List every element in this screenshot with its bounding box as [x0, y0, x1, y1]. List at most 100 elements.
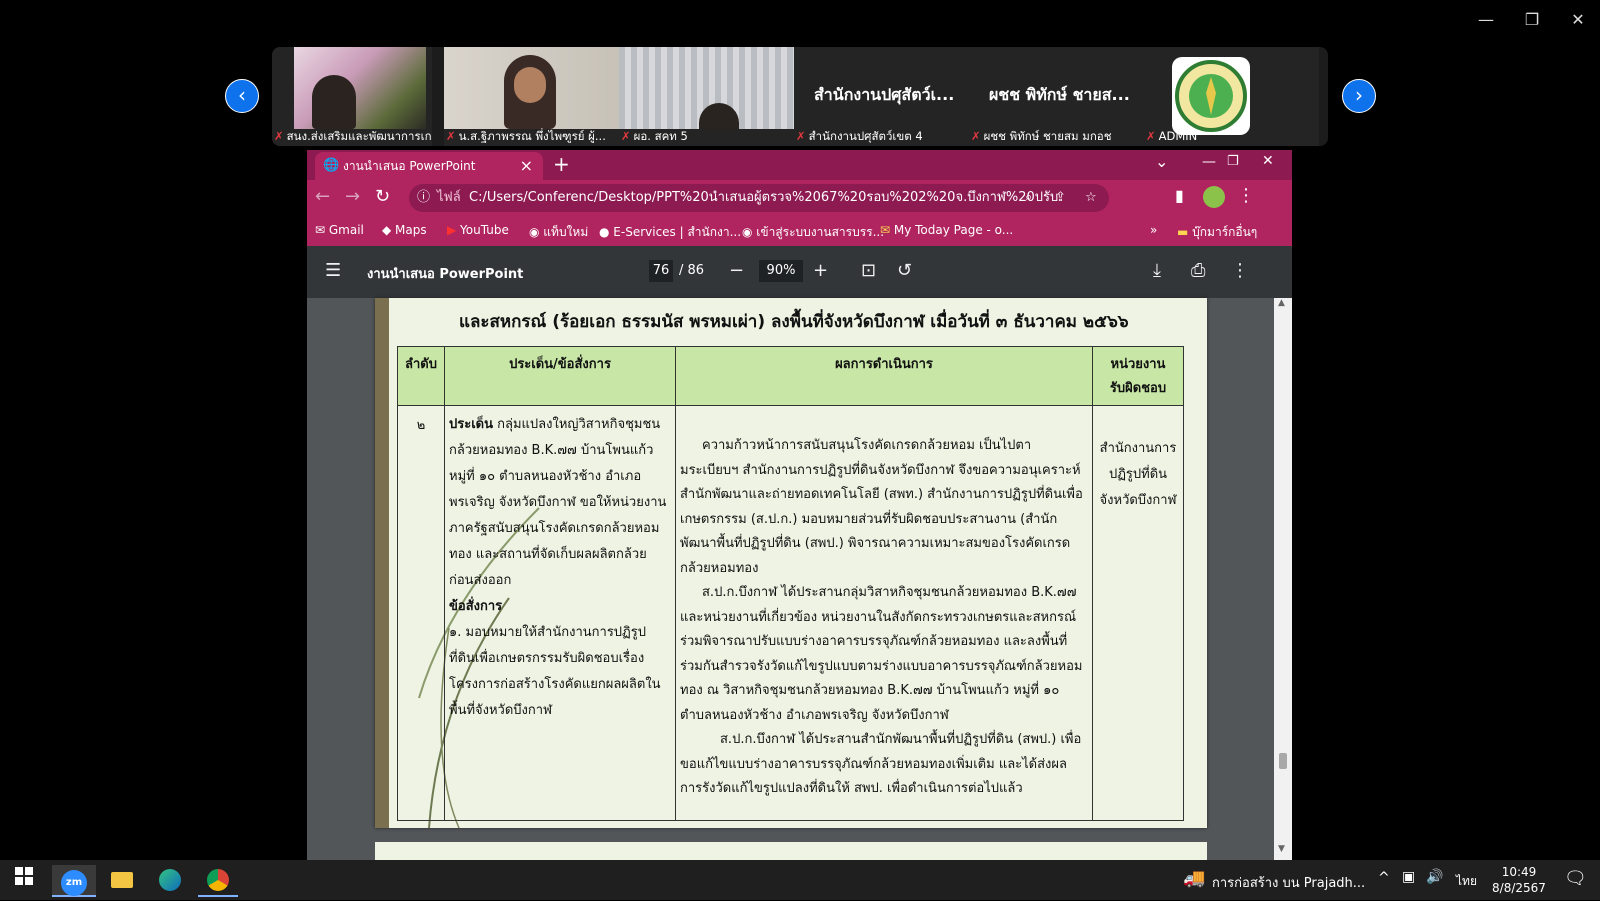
person-face [514, 67, 546, 103]
forward-button[interactable]: → [345, 186, 360, 207]
pdf-page: และสหกรณ์ (ร้อยเอก ธรรมนัส พรหมเผ่า) ลงพ… [375, 298, 1207, 828]
participant-tile[interactable]: ✗ ผอ. สคท 5 [619, 47, 794, 146]
bookmarks-other-folder[interactable]: ▬ บุ๊กมาร์กอื่นๆ [1177, 223, 1257, 242]
side-panel-icon[interactable]: ▮ [1175, 186, 1184, 205]
document-title: และสหกรณ์ (ร้อยเอก ธรรมนัส พรหมเผ่า) ลงพ… [459, 312, 1129, 332]
maps-icon: ◆ [382, 223, 396, 237]
result-cell: ความก้าวหน้าการสนับสนุนโรงคัดเกรดกล้วยหอ… [675, 405, 1093, 821]
globe-icon: ◉ [529, 225, 544, 239]
clock-time: 10:49 [1501, 865, 1537, 879]
participant-tile[interactable]: ✗ น.ส.ฐิภาพรรณ พึ่งไพฑูรย์ ผู้... [444, 47, 619, 146]
address-bar[interactable]: ⓘ ไฟล์ C:/Users/Conferenc/Desktop/PPT%20… [409, 184, 1109, 212]
pdf-toolbar: ☰ งานนำเสนอ PowerPoint 76 / 86 − 90% + ⊡… [307, 246, 1292, 298]
site-icon: ● [599, 225, 614, 239]
order-label: ข้อสั่งการ [449, 599, 503, 614]
address-prefix: ไฟล์ [437, 190, 461, 205]
bookmarks-more[interactable]: » [1150, 223, 1157, 237]
scroll-thumb[interactable] [1279, 753, 1287, 769]
tab-close-icon[interactable]: × [520, 152, 533, 180]
pdf-scrollbar[interactable]: ▲ ▼ [1274, 298, 1292, 860]
minimize-button[interactable]: — [1466, 6, 1506, 34]
issue-label: ประเด็น [449, 417, 493, 432]
zoom-level-input[interactable]: 90% [759, 260, 803, 282]
zoom-app-icon[interactable]: zm [52, 865, 96, 897]
share-icon[interactable]: ⇪ [1055, 184, 1066, 212]
participant-tile[interactable]: ✗ สนง.ส่งเสริมและพัฒนาการเก... [272, 47, 432, 146]
reload-button[interactable]: ↻ [375, 186, 390, 207]
pdf-more-icon[interactable]: ⋮ [1231, 260, 1249, 281]
action-center-icon[interactable]: 🗨 [1564, 868, 1587, 889]
pdf-viewer[interactable]: และสหกรณ์ (ร้อยเอก ธรรมนัส พรหมเผ่า) ลงพ… [307, 298, 1292, 860]
bookmark-star-icon[interactable]: ☆ [1085, 184, 1097, 212]
new-tab-button[interactable]: + [553, 152, 570, 176]
header-agency: หน่วยงาน รับผิดชอบ [1092, 346, 1184, 406]
notification-app-icon[interactable]: 🚚 [1183, 868, 1205, 889]
participant-strip: ✗ สนง.ส่งเสริมและพัฒนาการเก... ✗ น.ส.ฐิภาพ… [272, 47, 1328, 146]
bookmark-youtube[interactable]: ▶ YouTube [447, 223, 509, 237]
result-paragraph-3: ส.ป.ก.บึงกาฬ ได้ประสานสำนักพัฒนาพื้นที่ป… [680, 732, 1082, 796]
tray-overflow-icon[interactable]: ^ [1378, 870, 1390, 886]
participant-name: น.ส.ฐิภาพรรณ พึ่งไพฑูรย์ ผู้... [458, 129, 606, 143]
header-result: ผลการดำเนินการ [675, 346, 1093, 406]
issue-cell: ประเด็น กลุ่มแปลงใหญ่วิสาหกิจชุมชนกล้วยห… [444, 405, 676, 821]
print-icon[interactable]: ⎙ [1191, 260, 1205, 281]
browser-menu-icon[interactable]: ⋮ [1237, 185, 1255, 206]
clock[interactable]: 10:49 8/8/2567 [1484, 864, 1554, 896]
prev-participants-button[interactable]: ‹ [225, 79, 259, 113]
agency-cell: สำนักงานการปฏิรูปที่ดินจังหวัดบึงกาฬ [1092, 405, 1184, 821]
close-button[interactable]: ✕ [1558, 6, 1598, 34]
bookmark-maps[interactable]: ◆ Maps [382, 223, 427, 237]
participant-name: สำนักงานปศุสัตว์เขต 4 [808, 129, 923, 143]
browser-toolbar: ← → ↻ ⓘ ไฟล์ C:/Users/Conferenc/Desktop/… [307, 180, 1292, 216]
participant-tile[interactable]: ✗ ADMIN [1144, 47, 1319, 146]
window-minimize-icon[interactable]: — [1202, 154, 1216, 170]
result-paragraph-2: ส.ป.ก.บึงกาฬ ได้ประสานกลุ่มวิสาหกิจชุมชน… [680, 585, 1083, 723]
taskbar-notification-text[interactable]: การก่อสร้าง บน Prajadh... [1212, 872, 1365, 893]
header-issue: ประเด็น/ข้อสั่งการ [444, 346, 676, 406]
window-restore-icon[interactable]: ❐ [1227, 154, 1239, 169]
back-button[interactable]: ← [315, 186, 330, 207]
fit-page-icon[interactable]: ⊡ [861, 260, 876, 281]
bookmark-saraban[interactable]: ◉ เข้าสู่ระบบงานสารบรร... [742, 223, 884, 242]
row-number: ๒ [397, 405, 445, 821]
network-icon[interactable]: ▣ [1402, 869, 1415, 885]
bookmark-my-today[interactable]: ✉ My Today Page - o... [880, 223, 1013, 237]
globe-icon: 🌐 [323, 158, 340, 173]
window-close-icon[interactable]: ✕ [1262, 153, 1274, 169]
participant-tile[interactable]: สำนักงานปศุสัตว์เ... ✗ สำนักงานปศุสัตว์เข… [794, 47, 969, 146]
mail-icon: ✉ [315, 223, 329, 237]
globe-icon: ◉ [742, 225, 757, 239]
bookmark-gmail[interactable]: ✉ Gmail [315, 223, 364, 237]
browser-window: 🌐 งานนำเสนอ PowerPoint × + ⌄ — ❐ ✕ ← → ↻… [307, 150, 1292, 860]
zoom-in-button[interactable]: + [813, 260, 828, 281]
edge-browser-icon[interactable] [150, 865, 190, 895]
person-silhouette [312, 75, 356, 129]
tab-search-button[interactable]: ⌄ [1155, 152, 1168, 171]
muted-mic-icon: ✗ [1146, 129, 1156, 143]
table-row: ๒ ประเด็น กลุ่มแปลงใหญ่วิสาหกิจชุมชนกล้ว… [397, 405, 1184, 821]
bookmarks-bar: ✉ Gmail ◆ Maps ▶ YouTube ◉ แท็บใหม่ ● E-… [307, 216, 1292, 246]
scroll-down-icon[interactable]: ▼ [1278, 844, 1285, 854]
next-participants-button[interactable]: › [1342, 79, 1376, 113]
volume-icon[interactable]: 🔊 [1426, 869, 1443, 885]
scroll-up-icon[interactable]: ▲ [1278, 298, 1285, 308]
language-indicator[interactable]: ไทย [1456, 872, 1477, 891]
zoom-icon[interactable]: ⌕ [1025, 184, 1032, 212]
bookmark-new-tab[interactable]: ◉ แท็บใหม่ [529, 223, 588, 242]
page-number-input[interactable]: 76 [649, 260, 673, 282]
bookmark-eservices[interactable]: ● E-Services | สำนักงา... [599, 223, 741, 242]
folder-icon: ▬ [1177, 225, 1193, 239]
order-text: ๑. มอบหมายให้สำนักงานการปฏิรูปที่ดินเพื่… [449, 625, 661, 718]
restore-button[interactable]: ❐ [1512, 6, 1552, 34]
rotate-icon[interactable]: ↺ [897, 260, 912, 281]
tab-active[interactable]: 🌐 งานนำเสนอ PowerPoint × [315, 152, 543, 180]
chrome-browser-icon[interactable] [198, 865, 238, 897]
result-paragraph-1: ความก้าวหน้าการสนับสนุนโรงคัดเกรดกล้วยหอ… [680, 438, 1083, 576]
file-explorer-icon[interactable] [102, 865, 142, 895]
profile-avatar[interactable] [1203, 186, 1225, 208]
participant-tile[interactable]: ผชช พิทักษ์ ชายส... ✗ ผชช พิทักษ์ ชายสม ม… [969, 47, 1144, 146]
pdf-menu-icon[interactable]: ☰ [325, 260, 341, 281]
zoom-out-button[interactable]: − [729, 260, 744, 281]
windows-start-icon[interactable] [4, 865, 44, 895]
download-icon[interactable]: ⤓ [1153, 260, 1161, 281]
